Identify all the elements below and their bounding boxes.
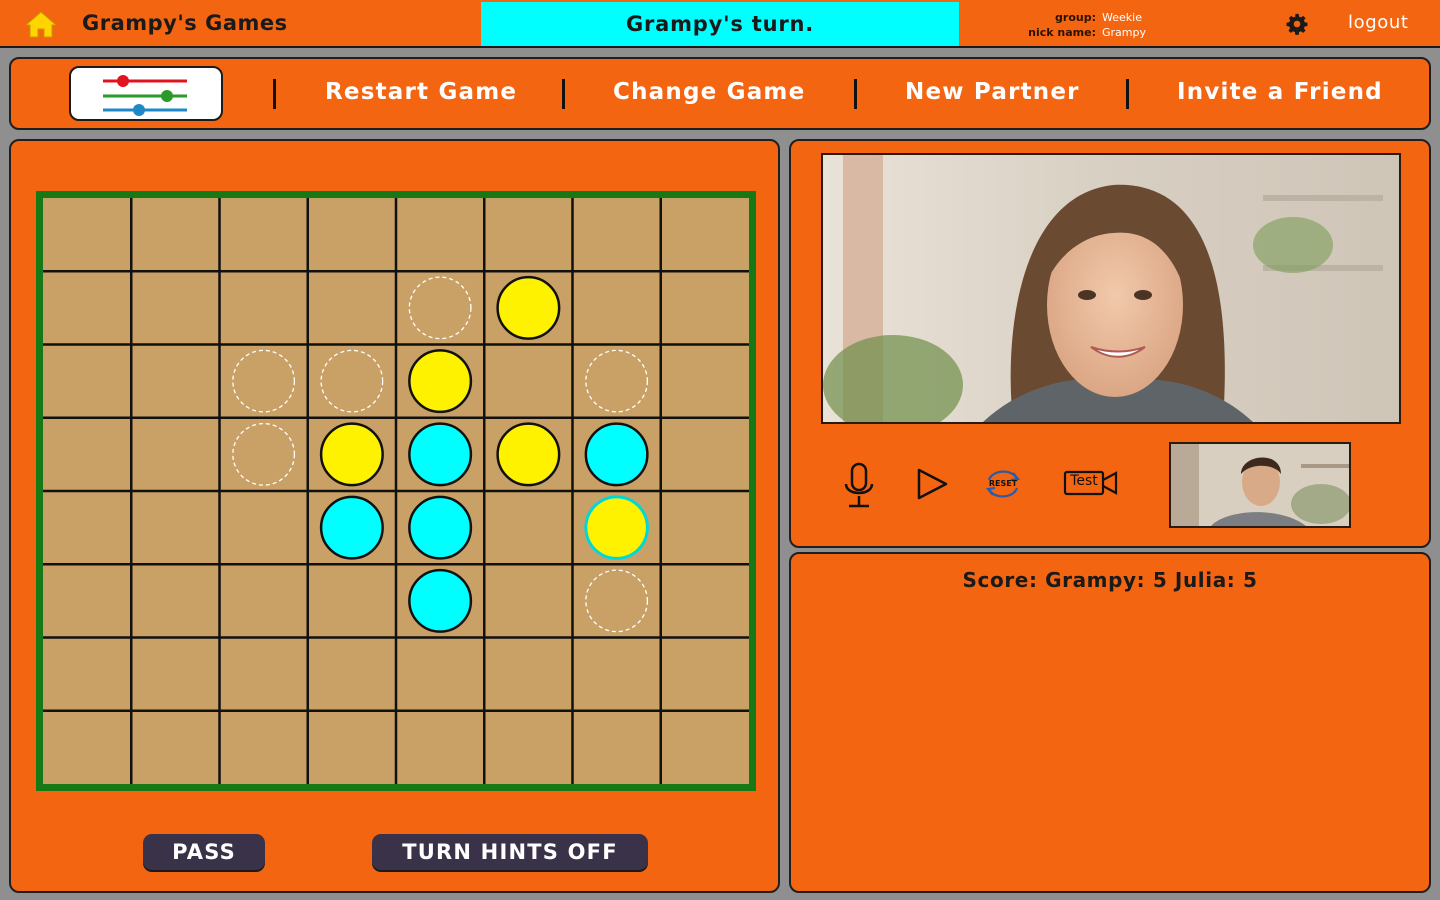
sliders-icon [103, 75, 187, 116]
group-label: group: [1055, 11, 1096, 24]
microphone-icon[interactable] [841, 462, 877, 510]
cyan-piece [319, 495, 384, 560]
home-icon[interactable] [24, 10, 58, 38]
cyan-piece [408, 422, 473, 487]
play-icon[interactable] [915, 467, 949, 501]
hint-marker[interactable] [232, 422, 296, 486]
yellow-piece [319, 422, 384, 487]
hint-marker[interactable] [232, 349, 296, 413]
reset-label: RESET [988, 479, 1018, 488]
hint-marker[interactable] [585, 349, 649, 413]
yellow-piece [496, 275, 561, 340]
turn-status-banner: Grampy's turn. [481, 2, 959, 46]
board-grid[interactable] [43, 198, 749, 784]
app-title: Grampy's Games [82, 11, 288, 35]
pass-button[interactable]: PASS [143, 834, 265, 870]
nick-name-label: nick name: [1028, 26, 1096, 39]
yellow-piece [496, 422, 561, 487]
game-panel: PASS TURN HINTS OFF [9, 139, 780, 893]
hint-marker[interactable] [320, 349, 384, 413]
gear-icon[interactable] [1286, 13, 1308, 35]
hint-marker[interactable] [408, 276, 472, 340]
menu-divider [562, 79, 565, 109]
game-board[interactable] [36, 191, 756, 791]
cyan-piece [408, 495, 473, 560]
reset-icon[interactable]: RESET [984, 467, 1022, 501]
group-value: Weekie [1102, 11, 1142, 24]
new-partner-link[interactable]: New Partner [905, 79, 1080, 105]
user-info: group: Weekie nick name: Grampy [1000, 10, 1146, 40]
hint-marker[interactable] [585, 569, 649, 633]
partner-video [821, 153, 1401, 424]
score-text: Score: Grampy: 5 Julia: 5 [962, 568, 1258, 592]
cyan-piece [408, 568, 473, 633]
change-game-link[interactable]: Change Game [613, 79, 805, 105]
test-label: Test [1070, 473, 1098, 489]
nick-name-value: Grampy [1102, 26, 1146, 39]
score-panel: Score: Grampy: 5 Julia: 5 [789, 552, 1431, 893]
restart-game-link[interactable]: Restart Game [325, 79, 517, 105]
video-panel: RESET Test [789, 139, 1431, 548]
game-settings-button[interactable] [69, 66, 223, 121]
turn-status-text: Grampy's turn. [625, 12, 815, 36]
yellow-piece [408, 349, 473, 414]
cyan-piece [584, 422, 649, 487]
test-camera-icon[interactable]: Test [1063, 469, 1119, 497]
menu-divider [273, 79, 276, 109]
menu-divider [854, 79, 857, 109]
top-bar: Grampy's Games Grampy's turn. group: Wee… [0, 0, 1440, 48]
menu-bar: Restart Game Change Game New Partner Inv… [9, 57, 1431, 130]
invite-friend-link[interactable]: Invite a Friend [1177, 79, 1383, 105]
toggle-hints-button[interactable]: TURN HINTS OFF [372, 834, 648, 870]
logout-link[interactable]: logout [1348, 12, 1409, 33]
menu-divider [1126, 79, 1129, 109]
yellow-piece [584, 495, 649, 560]
self-video [1169, 442, 1351, 528]
